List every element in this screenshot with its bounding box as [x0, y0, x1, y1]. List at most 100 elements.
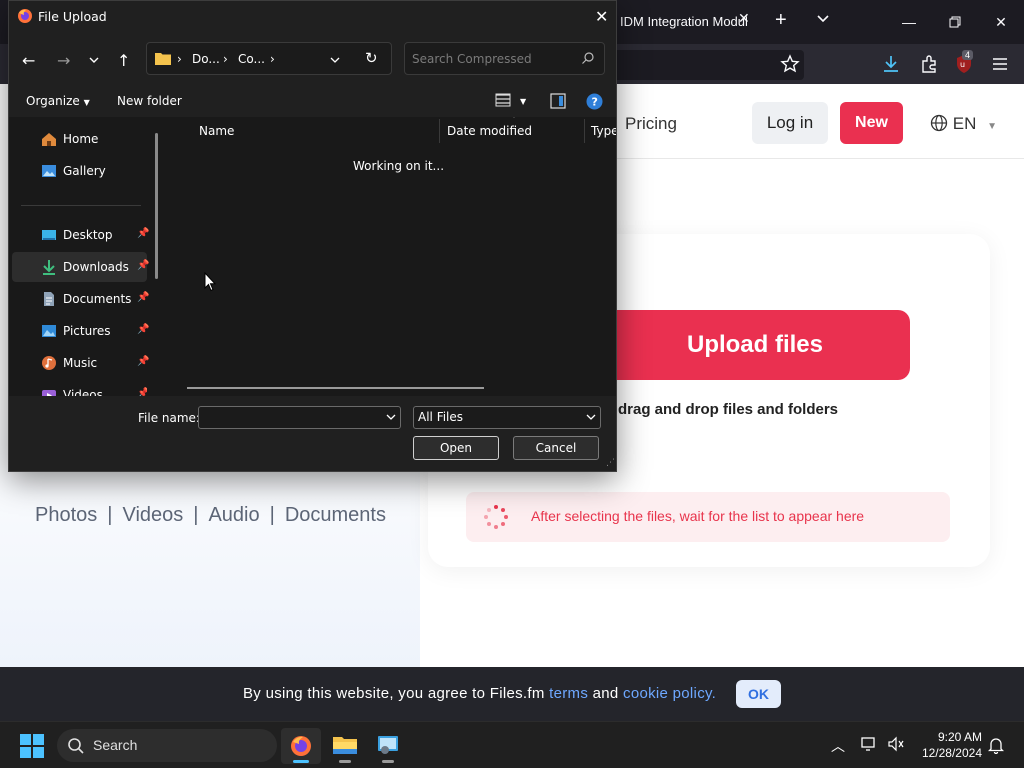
up-arrow-icon[interactable]: ↑ — [117, 51, 130, 70]
tray-overflow-icon[interactable]: ︿ — [831, 736, 845, 756]
sidebar-item-pictures[interactable]: Pictures 📌 — [12, 316, 149, 346]
address-dropdown-chevron-icon[interactable] — [330, 56, 340, 64]
sidebar-scrollbar[interactable] — [155, 133, 158, 279]
chevron-down-icon[interactable] — [386, 414, 396, 421]
bookmark-star-icon[interactable] — [779, 53, 801, 75]
restore-button[interactable] — [935, 8, 975, 36]
file-type-audio[interactable]: Audio — [208, 504, 259, 526]
music-icon — [42, 356, 56, 370]
taskbar: Search ︿ 9:20 AM 12/28/2024 — [0, 721, 1024, 768]
tab-close-icon[interactable]: ✕ — [738, 10, 750, 27]
login-button[interactable]: Log in — [752, 102, 828, 144]
wait-notice-text: After selecting the files, wait for the … — [531, 508, 865, 524]
cancel-button[interactable]: Cancel — [513, 436, 599, 460]
pictures-icon — [42, 325, 56, 337]
sidebar-item-label: Desktop — [63, 228, 113, 242]
file-type-documents[interactable]: Documents — [285, 504, 386, 526]
sidebar-item-label: Home — [63, 132, 99, 146]
preview-pane-icon[interactable] — [550, 93, 566, 109]
running-indicator — [382, 760, 394, 763]
file-type-filter[interactable]: All Files — [413, 406, 601, 429]
terms-link[interactable]: terms — [549, 685, 588, 702]
active-indicator — [293, 760, 309, 763]
taskbar-file-explorer[interactable] — [325, 728, 365, 764]
column-header-date-modified[interactable]: Date modified — [447, 124, 532, 138]
open-button[interactable]: Open — [413, 436, 499, 460]
clock[interactable]: 9:20 AM 12/28/2024 — [918, 729, 982, 761]
cookie-ok-button[interactable]: OK — [736, 680, 781, 708]
pin-icon: 📌 — [137, 356, 150, 367]
view-options-caret-icon[interactable]: ▼ — [520, 97, 526, 106]
caret-down-icon: ▼ — [83, 98, 90, 107]
file-name-combobox[interactable] — [198, 406, 401, 429]
file-list: Name ˅ Date modified Type Working on it.… — [167, 117, 616, 396]
nav-pricing-link[interactable]: Pricing — [625, 114, 677, 134]
volume-muted-icon[interactable] — [887, 736, 905, 752]
chevron-down-icon — [586, 414, 596, 420]
sidebar-item-videos[interactable]: Videos 📌 — [12, 380, 147, 396]
dialog-close-icon[interactable]: ✕ — [595, 7, 608, 26]
dialog-search-input[interactable] — [412, 49, 572, 69]
sidebar-item-label: Downloads — [63, 260, 129, 274]
window-close-button[interactable]: ✕ — [981, 8, 1021, 36]
globe-icon — [930, 114, 948, 132]
url-bar[interactable] — [612, 50, 804, 80]
file-type-videos[interactable]: Videos — [122, 504, 183, 526]
horizontal-scrollbar[interactable] — [187, 387, 484, 389]
extensions-icon[interactable] — [918, 53, 940, 75]
address-bar[interactable]: › Do... › Co... › ↻ — [146, 42, 392, 75]
sidebar-item-home[interactable]: Home — [12, 124, 147, 154]
forward-arrow-icon[interactable]: → — [57, 51, 70, 70]
organize-button[interactable]: Organize ▼ — [26, 94, 90, 108]
taskbar-control-panel[interactable] — [368, 728, 408, 764]
sidebar-item-desktop[interactable]: Desktop 📌 — [12, 220, 149, 250]
browser-tab-title: IDM Integration Modul — [620, 14, 748, 29]
running-indicator — [339, 760, 351, 763]
videos-icon — [42, 390, 56, 396]
new-folder-button[interactable]: New folder — [117, 94, 182, 108]
breadcrumb-downloads[interactable]: Do... — [192, 52, 220, 66]
dialog-search-box[interactable] — [404, 42, 605, 75]
column-divider[interactable] — [584, 119, 585, 143]
menu-icon[interactable] — [989, 53, 1011, 75]
column-header-type[interactable]: Type — [591, 124, 616, 138]
back-arrow-icon[interactable]: ← — [22, 51, 35, 70]
sidebar-item-music[interactable]: Music 📌 — [12, 348, 150, 378]
svg-text:?: ? — [592, 96, 598, 109]
column-header-name[interactable]: Name — [199, 124, 234, 138]
view-options-icon[interactable] — [495, 93, 511, 107]
file-type-photos[interactable]: Photos — [35, 504, 97, 526]
new-button[interactable]: New — [840, 102, 903, 144]
sidebar-item-label: Videos — [63, 388, 103, 396]
help-icon[interactable]: ? — [586, 93, 603, 110]
sidebar-item-documents[interactable]: Documents 📌 — [12, 284, 149, 314]
dialog-command-bar: Organize ▼ New folder ▼ ? — [9, 86, 616, 117]
recent-locations-chevron-icon[interactable] — [89, 56, 99, 64]
refresh-icon[interactable]: ↻ — [365, 49, 378, 67]
taskbar-search[interactable]: Search — [57, 729, 277, 762]
breadcrumb-compressed[interactable]: Co... — [238, 52, 265, 66]
firefox-icon — [18, 9, 32, 23]
taskbar-search-label: Search — [93, 737, 138, 753]
dialog-titlebar[interactable]: File Upload ✕ — [9, 1, 616, 33]
restore-icon — [949, 16, 961, 28]
cookie-policy-link[interactable]: cookie policy. — [623, 685, 716, 702]
sidebar-item-downloads[interactable]: Downloads 📌 — [12, 252, 149, 282]
taskbar-firefox[interactable] — [281, 728, 321, 764]
chevron-down-icon[interactable] — [816, 12, 830, 26]
notification-bell-icon[interactable] — [988, 736, 1004, 754]
sidebar-item-label: Gallery — [63, 164, 106, 178]
file-name-input[interactable] — [204, 409, 374, 426]
minimize-button[interactable]: — — [889, 8, 929, 36]
new-tab-button[interactable]: + — [775, 10, 787, 30]
resize-grip-icon[interactable]: ⋰ — [606, 458, 615, 468]
windows-start-icon[interactable] — [20, 734, 44, 758]
language-selector[interactable]: EN ▼ — [930, 114, 997, 134]
download-icon[interactable] — [880, 53, 902, 75]
drag-drop-text: drag and drop files and folders — [618, 401, 839, 418]
network-icon[interactable] — [860, 736, 878, 752]
column-divider[interactable] — [439, 119, 440, 143]
separator: | — [107, 504, 113, 526]
sidebar-item-gallery[interactable]: Gallery — [12, 156, 147, 186]
upload-files-button[interactable]: Upload files — [600, 310, 910, 380]
